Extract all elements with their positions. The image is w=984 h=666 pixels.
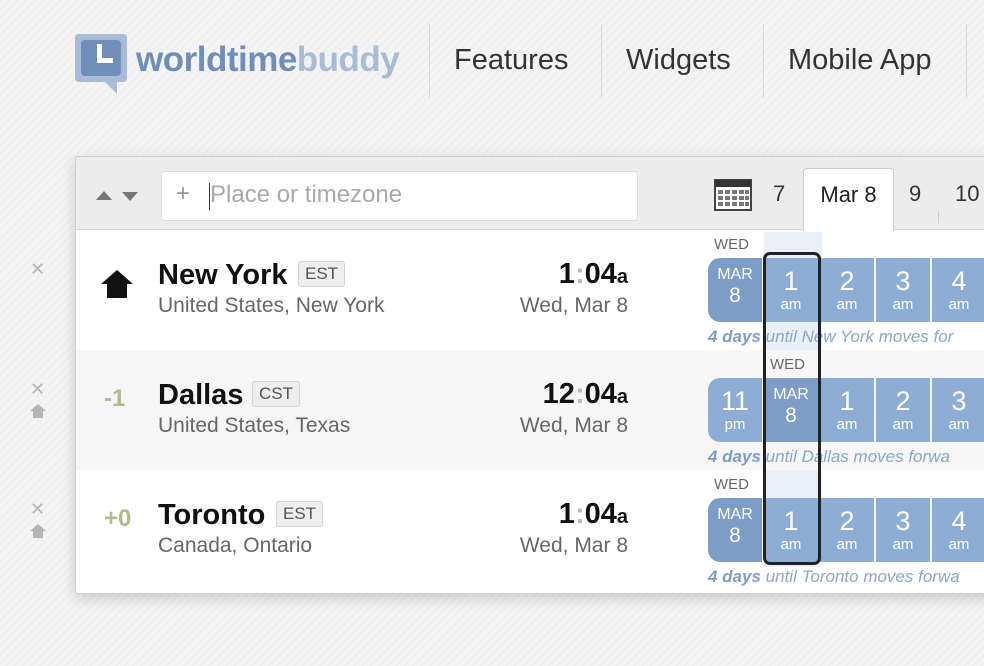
timezone-row-toronto[interactable]: +0 Toronto EST Canada, Ontario 1:04a Wed… xyxy=(76,470,984,590)
hour-cell[interactable]: 1 am xyxy=(820,378,874,442)
nav-divider xyxy=(966,24,967,98)
set-home-toronto-home-icon[interactable] xyxy=(30,524,46,538)
set-home-dallas-home-icon[interactable] xyxy=(30,404,46,418)
utc-offset-diff: -1 xyxy=(104,385,126,412)
timezone-row-new-york[interactable]: New York EST United States, New York 1:0… xyxy=(76,230,984,350)
time-ampm: a xyxy=(616,386,628,408)
city-name: Toronto xyxy=(158,499,266,531)
time-hour: 12 xyxy=(542,378,575,410)
city-name: Dallas xyxy=(158,379,244,411)
hour-strip: MAR 8 1 am 2 am 3 am 4 am xyxy=(708,258,984,322)
search-box[interactable]: + xyxy=(161,171,638,221)
region-name: United States, Texas xyxy=(158,414,351,437)
time-ampm: a xyxy=(616,506,628,528)
region-name: United States, New York xyxy=(158,294,385,317)
remove-dallas-close-icon[interactable]: ✕ xyxy=(30,380,45,398)
dst-notice[interactable]: 4 days until Dallas moves forwa xyxy=(708,447,950,467)
time-hour: 1 xyxy=(558,498,575,530)
dst-notice[interactable]: 4 days until New York moves for xyxy=(708,327,953,347)
hour-strip: MAR 8 1 am 2 am 3 am 4 am xyxy=(708,498,984,562)
hour-cell-date[interactable]: MAR 8 xyxy=(764,378,818,442)
time-hour: 1 xyxy=(558,258,575,290)
local-time: 1:04a xyxy=(558,258,628,290)
local-date: Wed, Mar 8 xyxy=(519,534,628,557)
nav-features[interactable]: Features xyxy=(454,44,568,77)
hour-cell[interactable]: 11 pm xyxy=(708,378,762,442)
hour-cell-date[interactable]: MAR 8 xyxy=(708,258,762,322)
region-name: Canada, Ontario xyxy=(158,534,313,557)
hour-cell[interactable]: 2 am xyxy=(820,498,874,562)
time-ampm: a xyxy=(616,266,628,288)
time-minute: 04 xyxy=(584,258,617,290)
brand-part1: worldtime xyxy=(136,40,297,79)
hour-cell[interactable]: 3 am xyxy=(876,498,930,562)
sort-arrows-icon[interactable] xyxy=(96,189,142,203)
date-tab-next[interactable]: 9 xyxy=(909,181,921,207)
date-tab-prev[interactable]: 7 xyxy=(773,181,785,207)
local-date: Wed, Mar 8 xyxy=(519,294,628,317)
hour-strip: 11 pm MAR 8 1 am 2 am 3 am xyxy=(708,378,984,442)
date-tab-selected[interactable]: Mar 8 xyxy=(803,168,894,231)
plus-icon: + xyxy=(176,180,191,207)
nav-mobile-app[interactable]: Mobile App xyxy=(788,44,932,77)
hour-cell[interactable]: 3 am xyxy=(932,378,984,442)
brand-part2: buddy xyxy=(296,40,400,79)
site-logo[interactable]: worldtimebuddy xyxy=(73,26,403,98)
hour-cell-date[interactable]: MAR 8 xyxy=(708,498,762,562)
date-tab-next2[interactable]: 10 xyxy=(955,181,979,207)
day-label: WED xyxy=(714,476,749,493)
day-label: WED xyxy=(770,356,805,373)
tz-abbr-badge: EST xyxy=(276,501,324,527)
time-minute: 04 xyxy=(584,378,617,410)
nav-divider xyxy=(601,24,602,98)
dst-notice[interactable]: 4 days until Toronto moves forwa xyxy=(708,567,960,587)
hour-cell[interactable]: 3 am xyxy=(876,258,930,322)
timezone-panel: + 7 Mar 8 9 10 New York EST United State… xyxy=(75,156,984,594)
local-time: 1:04a xyxy=(558,498,628,530)
hour-cell[interactable]: 4 am xyxy=(932,498,984,562)
city-name: New York xyxy=(158,259,288,291)
local-time: 12:04a xyxy=(542,378,628,410)
nav-widgets[interactable]: Widgets xyxy=(626,44,731,77)
nav-divider xyxy=(763,24,764,98)
hour-cell[interactable]: 1 am xyxy=(764,498,818,562)
hour-cell[interactable]: 4 am xyxy=(932,258,984,322)
nav-divider xyxy=(429,24,430,98)
remove-new-york-close-icon[interactable]: ✕ xyxy=(30,260,45,278)
hour-cell[interactable]: 2 am xyxy=(820,258,874,322)
timezone-row-dallas[interactable]: -1 Dallas CST United States, Texas 12:04… xyxy=(76,350,984,470)
brand-name: worldtimebuddy xyxy=(136,40,400,80)
home-icon xyxy=(101,270,133,298)
logo-clock-icon xyxy=(75,34,127,94)
date-tick xyxy=(938,211,939,223)
utc-offset-diff: +0 xyxy=(104,505,132,532)
calendar-icon[interactable] xyxy=(714,179,752,211)
hour-cell[interactable]: 2 am xyxy=(876,378,930,442)
time-minute: 04 xyxy=(584,498,617,530)
toolbar: + 7 Mar 8 9 10 xyxy=(76,157,984,231)
tz-abbr-badge: CST xyxy=(252,381,300,407)
remove-toronto-close-icon[interactable]: ✕ xyxy=(30,500,45,518)
tz-abbr-badge: EST xyxy=(298,261,346,287)
place-search-input[interactable] xyxy=(210,176,620,214)
hour-cell[interactable]: 1 am xyxy=(764,258,818,322)
day-label: WED xyxy=(714,236,749,253)
local-date: Wed, Mar 8 xyxy=(519,414,628,437)
